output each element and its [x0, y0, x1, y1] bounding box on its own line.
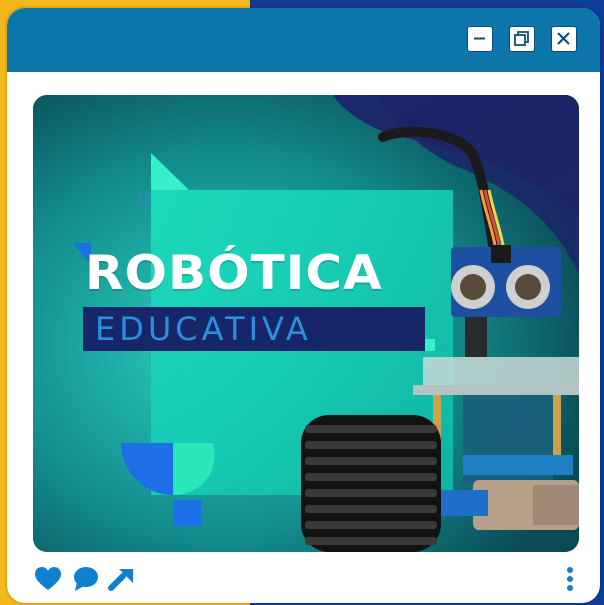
window-titlebar[interactable] [7, 8, 600, 72]
minimize-icon [474, 37, 485, 40]
more-options-button[interactable] [561, 564, 579, 594]
like-button[interactable] [33, 564, 63, 594]
restore-button[interactable] [509, 26, 535, 52]
close-button[interactable] [551, 26, 577, 52]
post-image-title: ROBÓTICA [85, 245, 383, 301]
vertical-dots-icon [567, 567, 573, 591]
post-image: ROBÓTICA EDUCATIVA [33, 95, 579, 552]
share-button[interactable] [107, 564, 137, 594]
heart-icon [35, 567, 61, 590]
post-actions [7, 560, 600, 600]
minimize-button[interactable] [467, 26, 493, 52]
comment-button[interactable] [71, 564, 101, 594]
share-arrow-icon [108, 569, 133, 591]
close-icon [557, 32, 570, 45]
post-window: ROBÓTICA EDUCATIVA [7, 8, 600, 603]
post-image-subtitle: EDUCATIVA [95, 310, 312, 348]
chat-bubble-icon [74, 567, 98, 591]
restore-icon [514, 31, 529, 46]
